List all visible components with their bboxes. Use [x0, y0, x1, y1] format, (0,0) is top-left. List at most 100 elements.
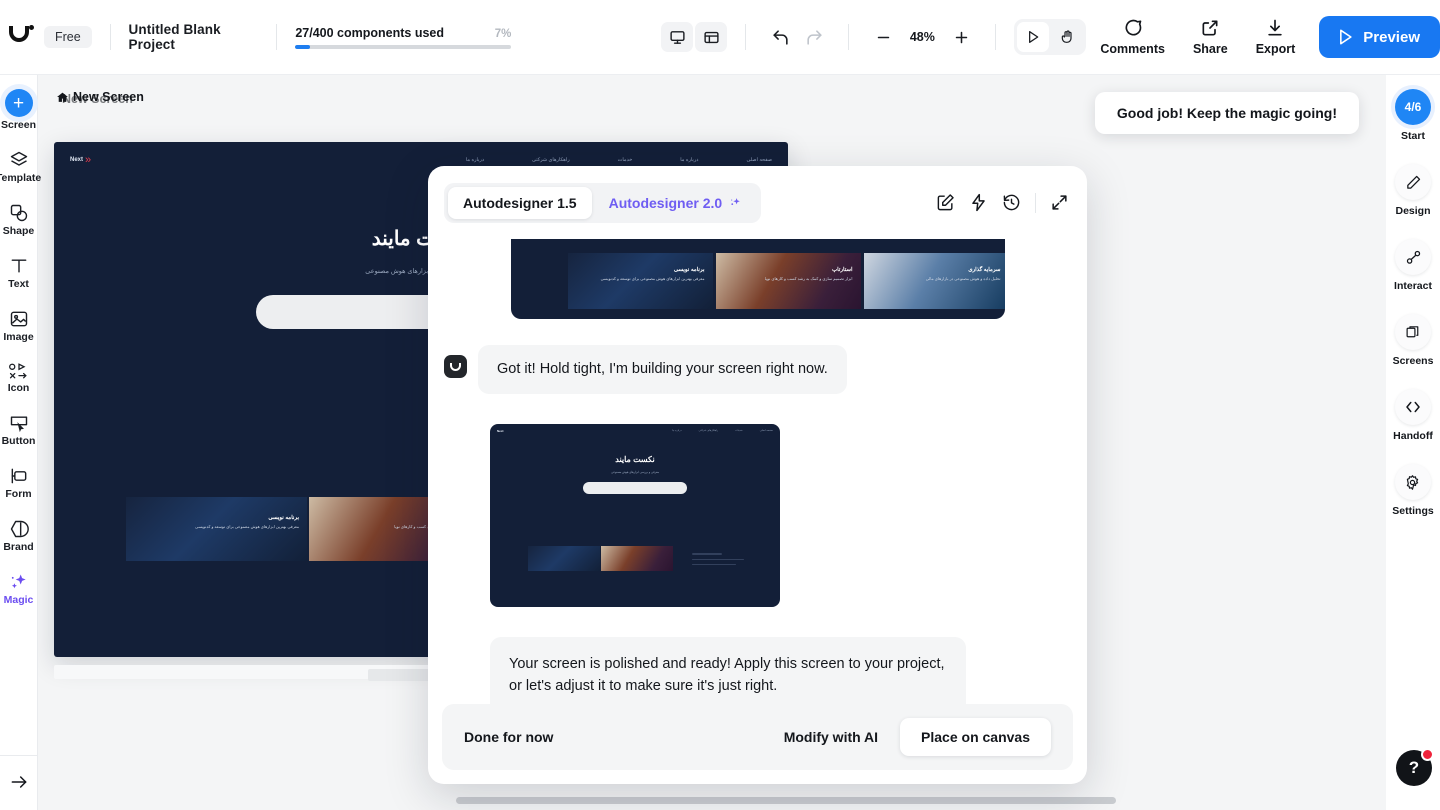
- minus-icon: [877, 36, 890, 38]
- board-card[interactable]: برنامه نویسی معرفی بهترین ابزارهای هوش م…: [126, 497, 307, 561]
- top-toolbar: Free Untitled Blank Project 27/400 compo…: [0, 0, 1440, 75]
- sidebar-item-brand[interactable]: Brand: [0, 519, 38, 553]
- history-clock-icon: [1003, 194, 1020, 211]
- notification-dot: [1421, 748, 1434, 761]
- design-icon-wrap: [1395, 164, 1431, 200]
- screen-name-label[interactable]: New Screen New Screen: [56, 90, 144, 106]
- redo-icon: [807, 29, 822, 45]
- preview-card-desc: معرفی بهترین ابزارهای هوش مصنوعی برای تو…: [600, 276, 705, 281]
- board-nav-link[interactable]: صفحه اصلی: [746, 157, 772, 163]
- app-logo[interactable]: [0, 25, 42, 48]
- export-label: Export: [1255, 42, 1296, 56]
- lightning-bolt-icon: [972, 193, 985, 212]
- plan-badge[interactable]: Free: [43, 26, 92, 48]
- undo-button[interactable]: [764, 22, 796, 52]
- generated-screen-thumbnail[interactable]: Next درباره ما راهکارهای شرکتی خدمات صفح…: [490, 424, 780, 608]
- sidebar-item-template[interactable]: Template: [0, 150, 41, 184]
- collapse-rail-button[interactable]: [0, 755, 38, 792]
- thumb-nav-link: درباره ما: [672, 429, 682, 433]
- comments-button[interactable]: Comments: [1086, 18, 1179, 56]
- sidebar-item-design[interactable]: Design: [1395, 164, 1431, 217]
- divider: [848, 24, 850, 50]
- chat-bubble-text: Got it! Hold tight, I'm building your sc…: [478, 345, 847, 395]
- sidebar-item-screen[interactable]: + Screen: [0, 89, 38, 131]
- sidebar-item-interact[interactable]: Interact: [1394, 239, 1432, 292]
- preview-button[interactable]: Preview: [1319, 16, 1440, 58]
- chat-message-bot: Got it! Hold tight, I'm building your sc…: [444, 345, 1071, 395]
- left-tool-rail: + Screen Template Shape Text Image Icon …: [0, 75, 41, 810]
- board-logo-text: Next: [70, 157, 84, 163]
- expand-modal-button[interactable]: [1050, 193, 1069, 212]
- desktop-view-button[interactable]: [661, 22, 694, 52]
- history-button[interactable]: [1002, 193, 1021, 212]
- tab-autodesigner-15[interactable]: Autodesigner 1.5: [448, 186, 592, 219]
- thumb-card: [528, 546, 600, 572]
- sidebar-item-label: Interact: [1394, 280, 1432, 292]
- sidebar-item-button[interactable]: Button: [0, 413, 38, 447]
- thumb-nav-link: خدمات: [735, 429, 743, 433]
- share-button[interactable]: Share: [1179, 18, 1242, 56]
- edit-prompt-button[interactable]: [936, 193, 955, 212]
- done-for-now-button[interactable]: Done for now: [464, 729, 553, 745]
- zoom-out-button[interactable]: [867, 22, 899, 52]
- screens-icon-wrap: [1395, 314, 1431, 350]
- sidebar-item-form[interactable]: Form: [0, 466, 38, 500]
- sidebar-item-label: Shape: [2, 225, 35, 237]
- generated-cards-preview[interactable]: برنامه نویسی معرفی بهترین ابزارهای هوش م…: [510, 239, 1005, 319]
- icon-set-icon: [8, 363, 27, 379]
- sidebar-item-screens[interactable]: Screens: [1392, 314, 1434, 367]
- usage-label: 27/400 components used: [295, 25, 445, 40]
- multi-screen-button[interactable]: [695, 22, 728, 52]
- usage-percent: 7%: [494, 27, 512, 40]
- autodesigner-version-tabs: Autodesigner 1.5 Autodesigner 2.0: [444, 182, 762, 223]
- brand-icon: [10, 520, 29, 538]
- sidebar-item-shape[interactable]: Shape: [0, 203, 38, 237]
- board-nav-link[interactable]: درباره ما: [466, 157, 484, 163]
- sidebar-item-start[interactable]: 4/6 Start: [1395, 89, 1431, 142]
- preview-card-title: برنامه نویسی: [673, 267, 705, 273]
- sidebar-item-label: Screen: [0, 119, 37, 131]
- sidebar-item-image[interactable]: Image: [0, 309, 38, 343]
- sidebar-item-magic[interactable]: Magic: [0, 572, 38, 606]
- select-tool-button[interactable]: [1017, 22, 1050, 52]
- export-button[interactable]: Export: [1242, 18, 1310, 56]
- arrow-right-icon: [11, 776, 26, 788]
- sparkle-icon: [11, 574, 26, 589]
- shapes-icon: [10, 204, 27, 222]
- comments-label: Comments: [1100, 42, 1165, 56]
- hand-tool-button[interactable]: [1051, 22, 1083, 52]
- redo-button[interactable]: [798, 22, 830, 52]
- board-nav-link[interactable]: خدمات: [618, 157, 633, 163]
- help-button[interactable]: ?: [1396, 748, 1434, 786]
- thumb-hero-subtitle: معرفی و بررسی ابزارهای هوش مصنوعی: [611, 470, 659, 475]
- board-nav-link[interactable]: راهکارهای شرکتی: [532, 157, 570, 163]
- button-cursor-icon: [10, 416, 27, 433]
- quick-generate-button[interactable]: [969, 193, 988, 212]
- board-nav-link[interactable]: درباره ما: [680, 157, 698, 163]
- sidebar-item-label: Button: [1, 435, 36, 447]
- sidebar-item-text[interactable]: Text: [0, 256, 38, 290]
- nodes-icon: [1406, 250, 1420, 264]
- chat-scroll-area[interactable]: برنامه نویسی معرفی بهترین ابزارهای هوش م…: [428, 239, 1087, 704]
- form-icon: [11, 468, 26, 484]
- board-logo: Next »: [70, 154, 91, 166]
- zoom-level[interactable]: 48%: [901, 30, 943, 44]
- preview-label: Preview: [1363, 28, 1420, 46]
- sidebar-item-icon[interactable]: Icon: [0, 362, 38, 394]
- project-title[interactable]: Untitled Blank Project: [129, 22, 259, 52]
- thumb-text-lines: [692, 553, 744, 569]
- sidebar-item-handoff[interactable]: Handoff: [1393, 389, 1433, 442]
- modify-with-ai-button[interactable]: Modify with AI: [772, 729, 890, 745]
- help-label: ?: [1408, 758, 1420, 777]
- sidebar-item-label: Settings: [1392, 505, 1434, 517]
- preview-card: استارتاپ ابزار تصمیم سازی و کمک به رشد ک…: [715, 253, 861, 309]
- zoom-in-button[interactable]: [945, 22, 977, 52]
- tab-autodesigner-20[interactable]: Autodesigner 2.0: [594, 187, 758, 219]
- place-on-canvas-button[interactable]: Place on canvas: [900, 718, 1051, 756]
- right-panel-rail: 4/6 Start Design Interact Screens Handof…: [1386, 75, 1440, 810]
- sidebar-item-settings[interactable]: Settings: [1392, 464, 1434, 517]
- horizontal-scrollbar[interactable]: [456, 797, 1116, 804]
- sidebar-item-label: Magic: [3, 594, 34, 606]
- sidebar-item-label: Screens: [1392, 355, 1434, 367]
- thumb-search-input: [583, 482, 687, 495]
